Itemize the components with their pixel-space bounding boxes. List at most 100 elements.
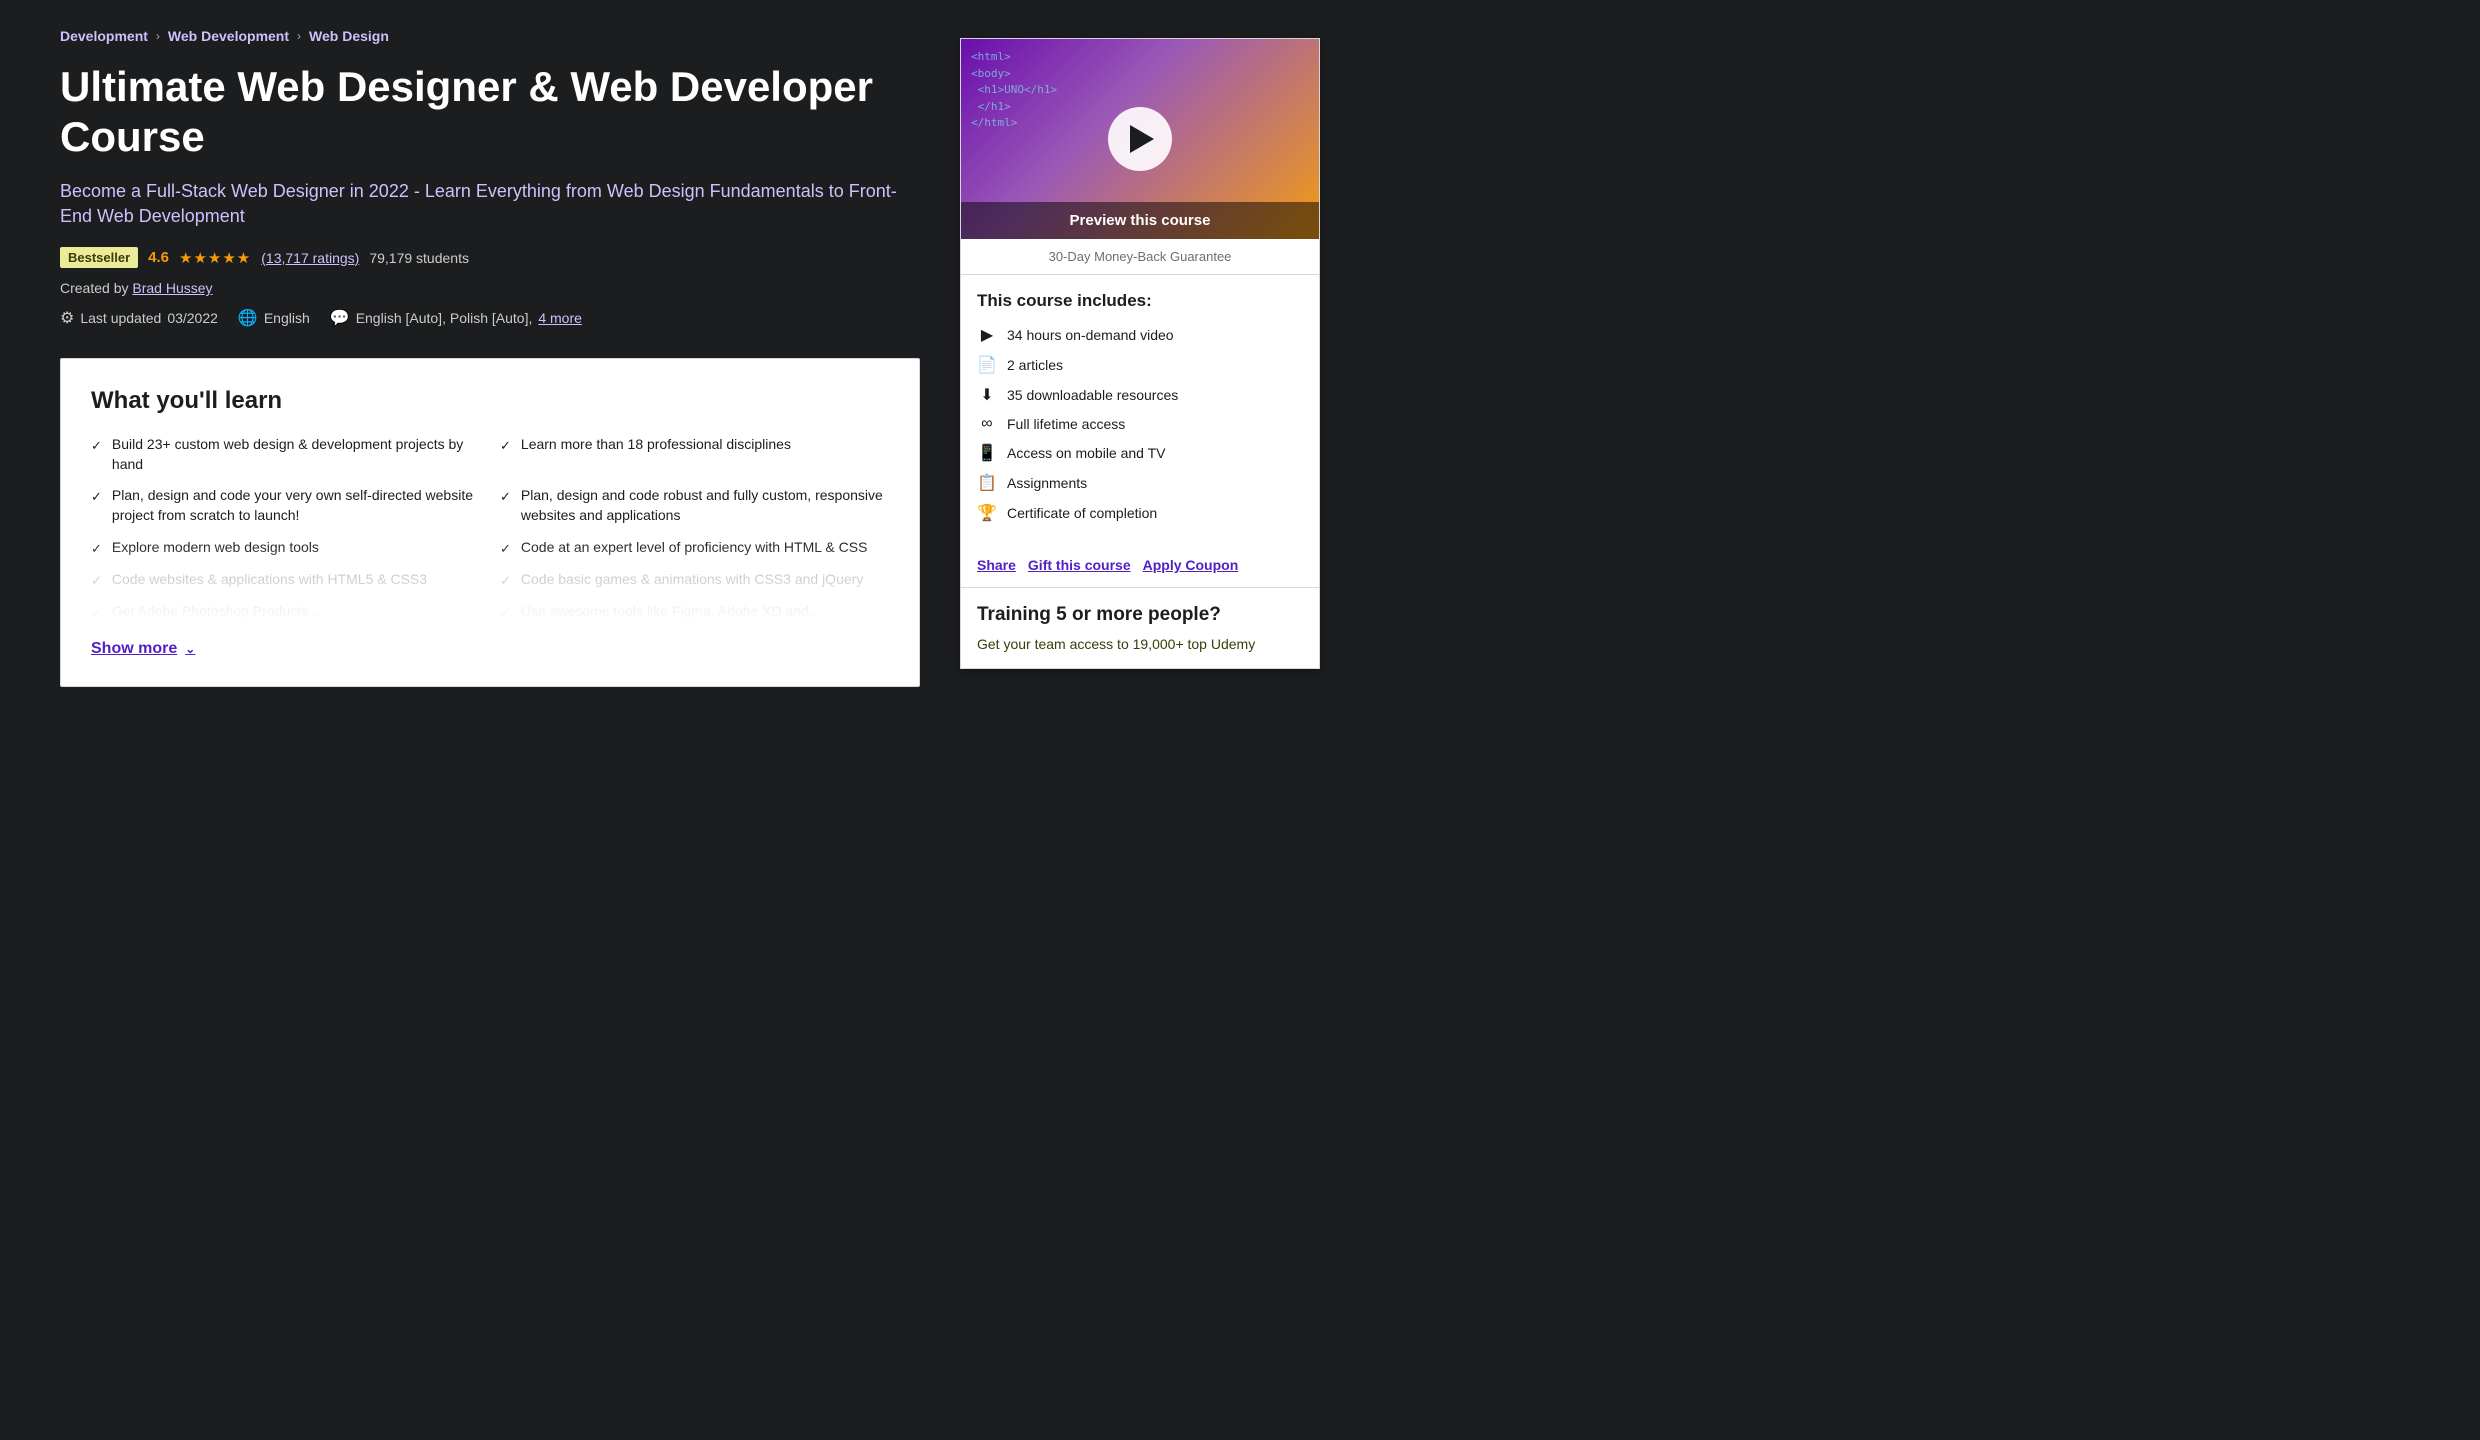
breadcrumb-web-design[interactable]: Web Design: [309, 28, 389, 44]
includes-item-text: 34 hours on-demand video: [1007, 327, 1174, 343]
training-title: Training 5 or more people?: [977, 604, 1303, 626]
money-back-guarantee: 30-Day Money-Back Guarantee: [961, 239, 1319, 275]
learn-item: ✓ Code basic games & animations with CSS…: [500, 570, 889, 590]
includes-item: ∞ Full lifetime access: [977, 415, 1303, 433]
learn-item-text: Learn more than 18 professional discipli…: [521, 435, 791, 455]
check-icon: ✓: [91, 488, 102, 506]
includes-item-text: Access on mobile and TV: [1007, 445, 1166, 461]
certificate-icon: 🏆: [977, 503, 997, 523]
learn-item-text: Explore modern web design tools: [112, 538, 319, 558]
language-item: 🌐 English: [238, 308, 310, 328]
preview-overlay: Preview this course: [961, 202, 1319, 239]
learn-item-text: Plan, design and code your very own self…: [112, 486, 480, 525]
check-icon: ✓: [500, 572, 511, 590]
includes-item-text: 35 downloadable resources: [1007, 387, 1178, 403]
play-button[interactable]: [1108, 107, 1172, 171]
chevron-down-icon: ⌄: [185, 642, 195, 656]
captions-item: 💬 English [Auto], Polish [Auto], 4 more: [330, 308, 582, 328]
check-icon: ✓: [500, 488, 511, 506]
infinity-icon: ∞: [977, 415, 997, 433]
play-icon: [1130, 125, 1154, 153]
bestseller-badge: Bestseller: [60, 247, 138, 268]
check-icon: ✓: [500, 604, 511, 622]
includes-item-text: Certificate of completion: [1007, 505, 1157, 521]
learn-item-text: Code basic games & animations with CSS3 …: [521, 570, 863, 590]
includes-item-text: Full lifetime access: [1007, 416, 1125, 432]
learn-item-text: Get Adobe Photoshop Products...: [112, 602, 320, 622]
learn-item: ✓ Learn more than 18 professional discip…: [500, 435, 889, 474]
learn-item: ✓ Get Adobe Photoshop Products...: [91, 602, 480, 622]
breadcrumb-sep-1: ›: [156, 29, 160, 43]
last-updated-item: ⚙ Last updated 03/2022: [60, 308, 218, 328]
course-title: Ultimate Web Designer & Web Developer Co…: [60, 62, 920, 163]
gift-course-button[interactable]: Gift this course: [1028, 557, 1131, 573]
breadcrumb-web-development[interactable]: Web Development: [168, 28, 289, 44]
training-section: Training 5 or more people? Get your team…: [961, 587, 1319, 668]
language-text: English: [264, 310, 310, 326]
show-more-button[interactable]: Show more ⌄: [91, 640, 195, 658]
instructor-link[interactable]: Brad Hussey: [132, 280, 212, 296]
learn-item: ✓ Explore modern web design tools: [91, 538, 480, 558]
captions-text: English [Auto], Polish [Auto],: [356, 310, 533, 326]
show-more-label: Show more: [91, 640, 177, 658]
includes-item: 📋 Assignments: [977, 473, 1303, 493]
money-back-text: 30-Day Money-Back Guarantee: [1049, 249, 1232, 264]
last-updated-label: Last updated: [80, 310, 161, 326]
includes-item: ▶ 34 hours on-demand video: [977, 325, 1303, 345]
learn-item-text: Use awesome tools like Figma, Adobe XD a…: [521, 602, 821, 622]
learn-grid: ✓ Build 23+ custom web design & developm…: [91, 435, 889, 622]
apply-coupon-button[interactable]: Apply Coupon: [1143, 557, 1239, 573]
check-icon: ✓: [91, 437, 102, 455]
includes-item-text: Assignments: [1007, 475, 1087, 491]
video-icon: ▶: [977, 325, 997, 345]
share-button[interactable]: Share: [977, 557, 1016, 573]
stars-display: ★★★★★: [179, 249, 251, 267]
more-languages-link[interactable]: 4 more: [538, 310, 582, 326]
learn-item: ✓ Plan, design and code robust and fully…: [500, 486, 889, 525]
learn-items-wrap: ✓ Build 23+ custom web design & developm…: [91, 435, 889, 622]
last-updated-date: 03/2022: [167, 310, 218, 326]
code-preview-bg: <html><body> <h1>UNO</h1> </h1></html>: [971, 49, 1057, 132]
learn-item-text: Code at an expert level of proficiency w…: [521, 538, 868, 558]
includes-item: 📄 2 articles: [977, 355, 1303, 375]
main-content: What you'll learn ✓ Build 23+ custom web…: [60, 358, 920, 989]
sidebar-actions: Share Gift this course Apply Coupon: [961, 549, 1319, 587]
globe-icon: 🌐: [238, 308, 258, 328]
includes-item-text: 2 articles: [1007, 357, 1063, 373]
check-icon: ✓: [500, 437, 511, 455]
includes-section: This course includes: ▶ 34 hours on-dema…: [961, 275, 1319, 549]
learn-item: ✓ Use awesome tools like Figma, Adobe XD…: [500, 602, 889, 622]
mobile-icon: 📱: [977, 443, 997, 463]
learn-item-text: Build 23+ custom web design & developmen…: [112, 435, 480, 474]
update-icon: ⚙: [60, 308, 74, 328]
learn-item: ✓ Code websites & applications with HTML…: [91, 570, 480, 590]
breadcrumb-sep-2: ›: [297, 29, 301, 43]
includes-item: 🏆 Certificate of completion: [977, 503, 1303, 523]
students-count: 79,179 students: [369, 250, 469, 266]
check-icon: ✓: [500, 540, 511, 558]
learn-item-text: Plan, design and code robust and fully c…: [521, 486, 889, 525]
learn-item: ✓ Plan, design and code your very own se…: [91, 486, 480, 525]
includes-item: ⬇ 35 downloadable resources: [977, 385, 1303, 405]
download-icon: ⬇: [977, 385, 997, 405]
course-preview-image[interactable]: <html><body> <h1>UNO</h1> </h1></html> P…: [961, 39, 1319, 239]
includes-title: This course includes:: [977, 291, 1303, 311]
course-subtitle: Become a Full-Stack Web Designer in 2022…: [60, 179, 920, 229]
check-icon: ✓: [91, 572, 102, 590]
caption-icon: 💬: [330, 308, 350, 328]
training-desc: Get your team access to 19,000+ top Udem…: [977, 636, 1303, 652]
check-icon: ✓: [91, 604, 102, 622]
breadcrumb-development[interactable]: Development: [60, 28, 148, 44]
preview-label: Preview this course: [1070, 212, 1211, 229]
check-icon: ✓: [91, 540, 102, 558]
sidebar-card: <html><body> <h1>UNO</h1> </h1></html> P…: [960, 38, 1320, 669]
learn-title: What you'll learn: [91, 387, 889, 415]
learn-item: ✓ Code at an expert level of proficiency…: [500, 538, 889, 558]
assignment-icon: 📋: [977, 473, 997, 493]
learn-item-text: Code websites & applications with HTML5 …: [112, 570, 427, 590]
article-icon: 📄: [977, 355, 997, 375]
rating-count[interactable]: (13,717 ratings): [261, 250, 359, 266]
course-sidebar: <html><body> <h1>UNO</h1> </h1></html> P…: [960, 38, 1320, 669]
learn-item: ✓ Build 23+ custom web design & developm…: [91, 435, 480, 474]
rating-number: 4.6: [148, 249, 169, 266]
